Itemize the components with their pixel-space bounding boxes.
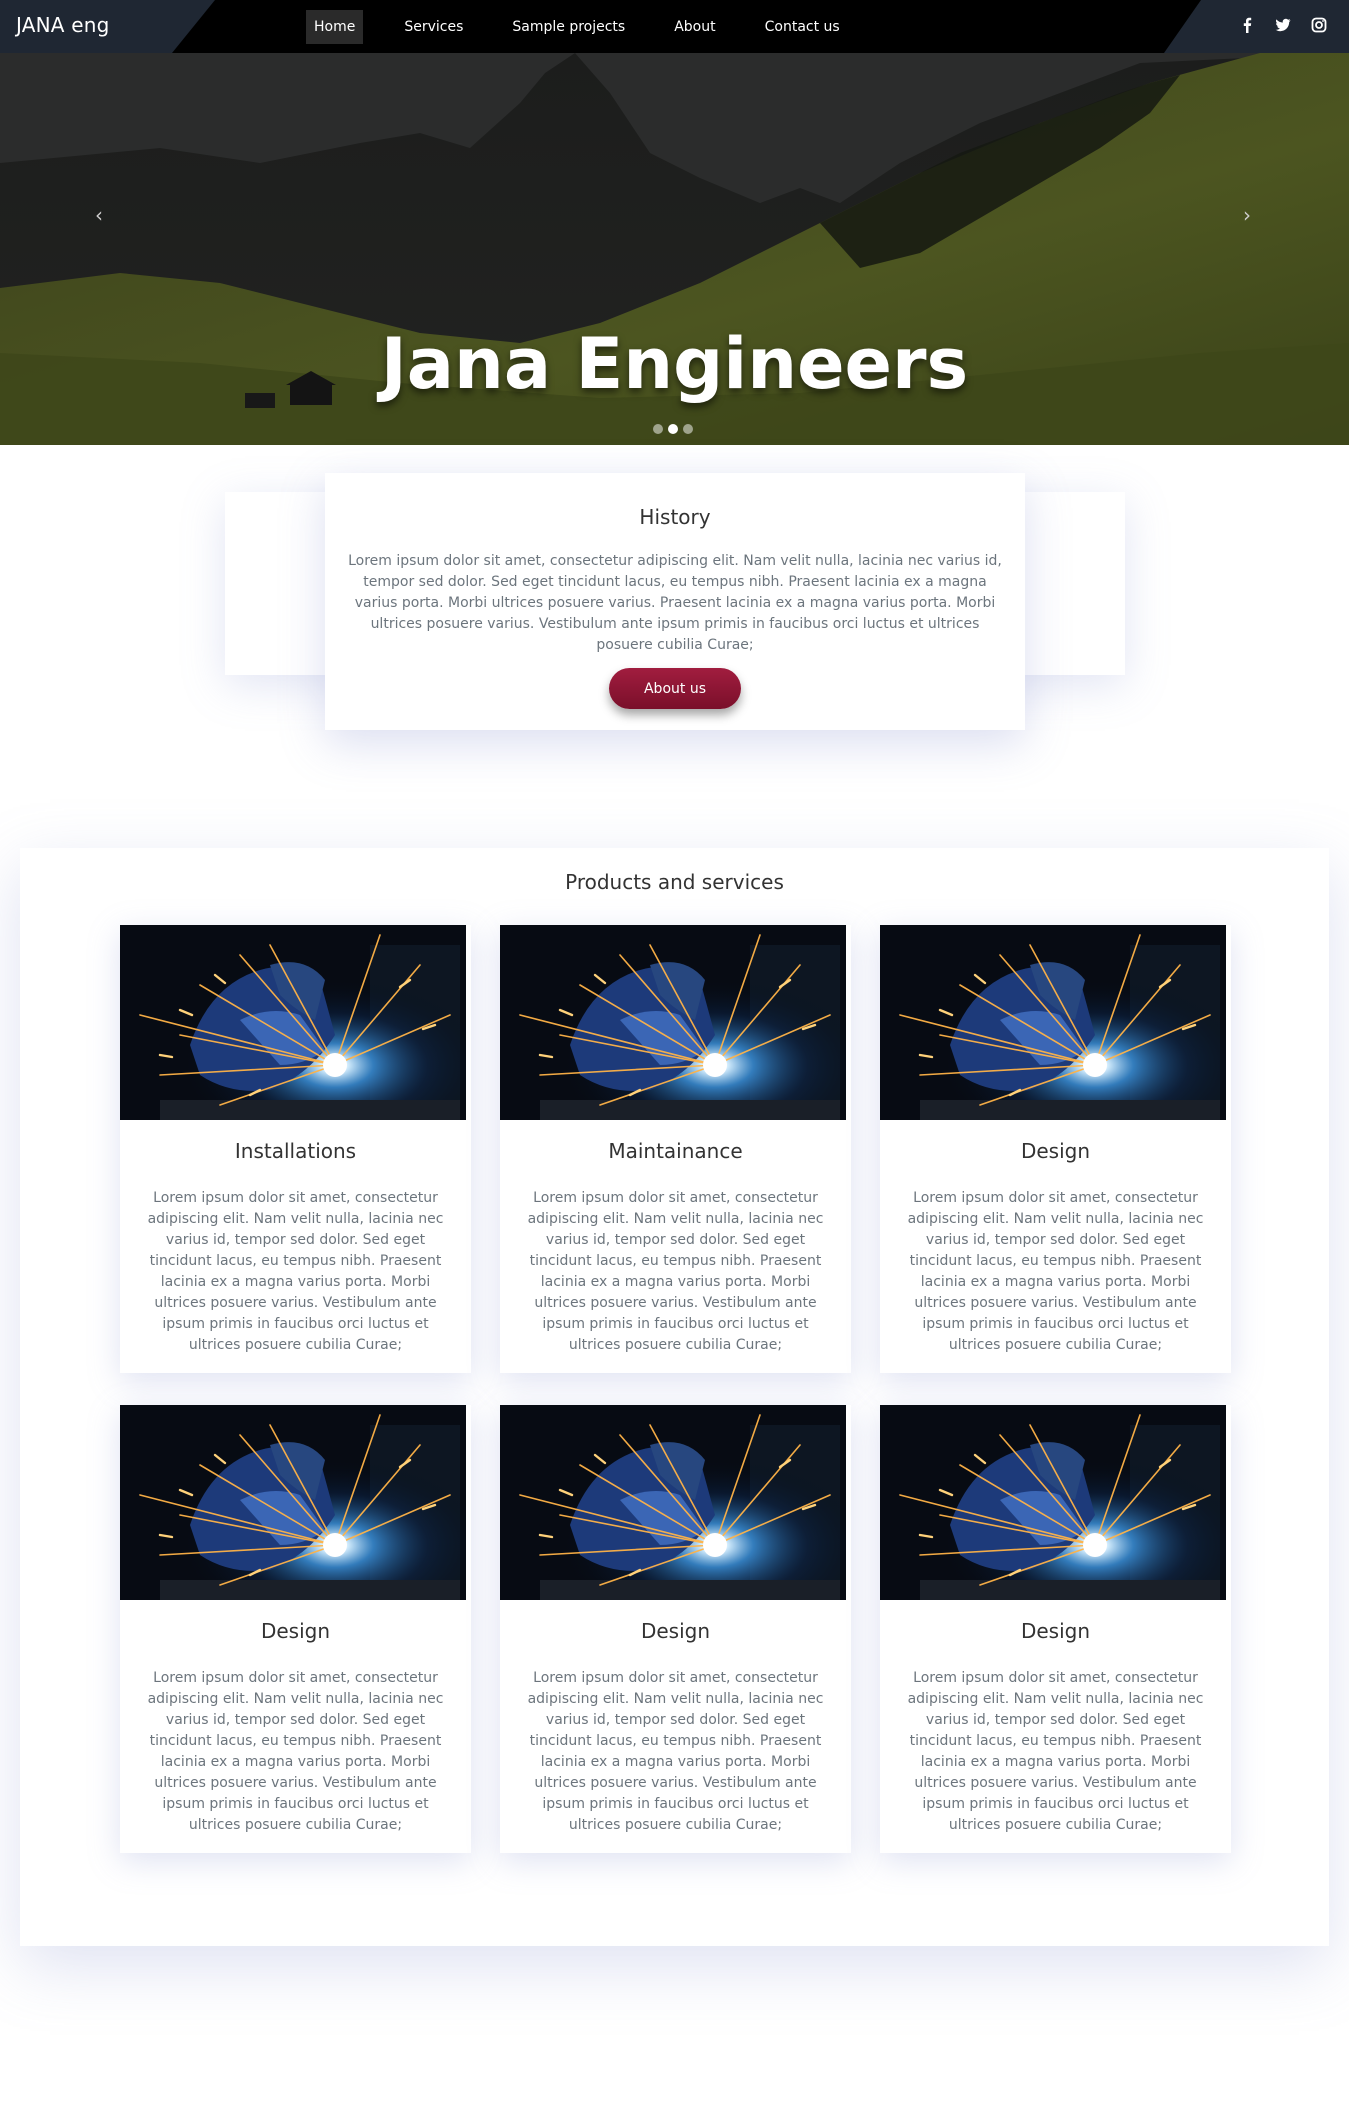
- hero-carousel: Jana Engineers ‹ ›: [0, 53, 1349, 445]
- product-title: Maintainance: [608, 1139, 743, 1163]
- product-image-welding: [880, 1405, 1226, 1600]
- carousel-indicator-3[interactable]: [683, 424, 693, 434]
- product-title: Design: [1020, 1139, 1091, 1163]
- instagram-icon[interactable]: [1311, 17, 1327, 33]
- product-title: Design: [1020, 1619, 1091, 1643]
- carousel-indicator-1[interactable]: [653, 424, 663, 434]
- carousel-indicators: [653, 424, 693, 434]
- product-image-welding: [120, 1405, 466, 1600]
- product-text: Lorem ipsum dolor sit amet, consectetur …: [147, 1190, 444, 1353]
- nav-item-home[interactable]: Home: [306, 10, 364, 44]
- products-section: Products and services Installations Lore…: [20, 848, 1329, 1946]
- carousel-next-arrow[interactable]: ›: [1243, 203, 1251, 227]
- about-us-button[interactable]: About us: [609, 668, 741, 709]
- product-text: Lorem ipsum dolor sit amet, consectetur …: [907, 1190, 1204, 1353]
- product-text: Lorem ipsum dolor sit amet, consectetur …: [527, 1670, 824, 1833]
- social-links: [1239, 17, 1327, 33]
- nav-item-contact-us[interactable]: Contact us: [757, 10, 848, 44]
- history-text: Lorem ipsum dolor sit amet, consectetur …: [348, 553, 1002, 653]
- history-card: History Lorem ipsum dolor sit amet, cons…: [325, 473, 1025, 730]
- product-card-design: Design Lorem ipsum dolor sit amet, conse…: [500, 1405, 851, 1853]
- product-image-welding: [500, 1405, 846, 1600]
- product-title: Installations: [234, 1139, 357, 1163]
- product-title: Design: [260, 1619, 331, 1643]
- nav-item-sample-projects[interactable]: Sample projects: [504, 10, 633, 44]
- twitter-icon[interactable]: [1275, 17, 1291, 33]
- hero-title: Jana Engineers: [380, 323, 969, 405]
- navbar: JANA eng Home Services Sample projects A…: [0, 0, 1349, 53]
- product-image-welding: [880, 925, 1226, 1120]
- carousel-prev-arrow[interactable]: ‹: [95, 203, 103, 227]
- product-title: Design: [640, 1619, 711, 1643]
- carousel-indicator-2[interactable]: [668, 424, 678, 434]
- product-card-design: Design Lorem ipsum dolor sit amet, conse…: [880, 925, 1231, 1373]
- product-card-design: Design Lorem ipsum dolor sit amet, conse…: [880, 1405, 1231, 1853]
- product-image-welding: [120, 925, 466, 1120]
- brand-logo[interactable]: JANA eng: [16, 13, 110, 37]
- product-card-design: Design Lorem ipsum dolor sit amet, conse…: [120, 1405, 471, 1853]
- nav-item-services[interactable]: Services: [396, 10, 471, 44]
- nav-menu: Home Services Sample projects About Cont…: [306, 10, 881, 44]
- product-card-maintainance: Maintainance Lorem ipsum dolor sit amet,…: [500, 925, 851, 1373]
- product-card-installations: Installations Lorem ipsum dolor sit amet…: [120, 925, 471, 1373]
- product-text: Lorem ipsum dolor sit amet, consectetur …: [907, 1670, 1204, 1833]
- product-text: Lorem ipsum dolor sit amet, consectetur …: [147, 1670, 444, 1833]
- facebook-icon[interactable]: [1239, 17, 1255, 33]
- history-title: History: [639, 505, 711, 529]
- products-title: Products and services: [565, 870, 784, 894]
- nav-item-about[interactable]: About: [666, 10, 723, 44]
- product-image-welding: [500, 925, 846, 1120]
- product-text: Lorem ipsum dolor sit amet, consectetur …: [527, 1190, 824, 1353]
